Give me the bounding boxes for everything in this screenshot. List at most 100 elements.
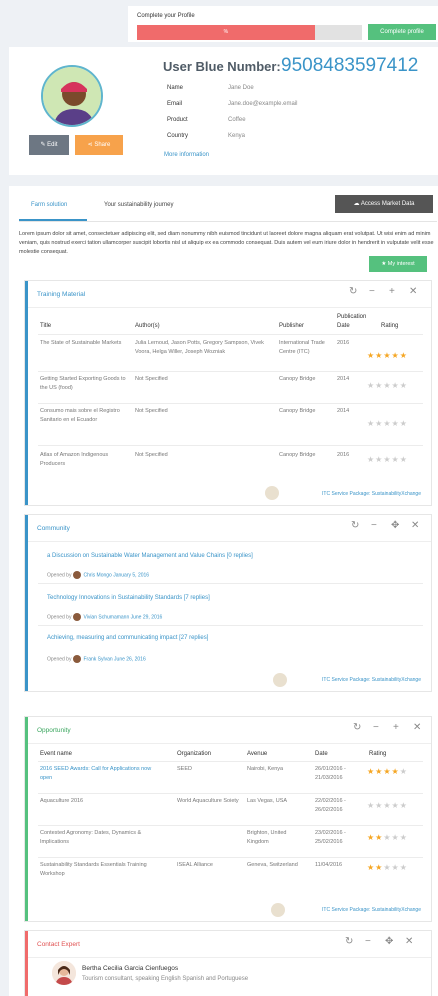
move-icon[interactable]: ✥	[385, 936, 393, 947]
discussion-link[interactable]: Achieving, measuring and communicating i…	[47, 635, 208, 641]
close-icon[interactable]: ✕	[409, 286, 417, 297]
widget-footer-link[interactable]: ITC Service Package: SustainabilityXchan…	[322, 677, 421, 683]
intro-text: Lorem ipsum dolor sit amet, consectetuer…	[19, 231, 434, 255]
complete-profile-button[interactable]: Complete profile	[368, 24, 436, 40]
refresh-icon[interactable]: ↻	[345, 936, 353, 947]
widget-stripe	[25, 717, 28, 921]
star-icon[interactable]: ★	[400, 863, 408, 872]
tab-farm-solution[interactable]: Farm solution	[31, 202, 67, 208]
ubn-label: User Blue Number:	[163, 59, 281, 74]
close-icon[interactable]: ✕	[405, 936, 413, 947]
col-date: Date	[315, 751, 328, 757]
rating-stars[interactable]: ★★★★★	[367, 863, 408, 872]
star-icon[interactable]: ★	[392, 767, 400, 776]
rating-stars[interactable]: ★★★★★	[367, 833, 408, 842]
cell-date: 26/01/2016 - 21/03/2016	[315, 766, 346, 781]
star-icon[interactable]: ★	[392, 419, 400, 428]
star-icon[interactable]: ★	[367, 351, 375, 360]
close-icon[interactable]: ✕	[413, 722, 421, 733]
expert-name[interactable]: Bertha Cecilia Garcia Cienfuegos	[82, 965, 178, 972]
star-icon[interactable]: ★	[367, 833, 375, 842]
refresh-icon[interactable]: ↻	[353, 722, 361, 733]
rating-stars[interactable]: ★★★★★	[367, 351, 408, 360]
star-icon[interactable]: ★	[383, 381, 391, 390]
profile-completion-bar: Complete your Profile % Complete profile	[128, 6, 438, 42]
event-link[interactable]: Sustainability Standards Essentials Trai…	[40, 861, 160, 878]
share-button[interactable]: ⋖ Share	[75, 135, 123, 155]
expand-icon[interactable]: +	[389, 286, 395, 297]
refresh-icon[interactable]: ↻	[351, 520, 359, 531]
col-authors: Author(s)	[135, 323, 160, 329]
rating-stars[interactable]: ★★★★★	[367, 419, 408, 428]
minimize-icon[interactable]: −	[369, 286, 375, 297]
rating-stars[interactable]: ★★★★★	[367, 801, 408, 810]
star-icon[interactable]: ★	[383, 863, 391, 872]
star-icon[interactable]: ★	[383, 351, 391, 360]
star-icon[interactable]: ★	[400, 455, 408, 464]
field-value-email: Jane.doe@example.email	[228, 101, 298, 107]
rating-stars[interactable]: ★★★★★	[367, 455, 408, 464]
discussion-link[interactable]: Technology Innovations in Sustainability…	[47, 595, 210, 601]
event-link[interactable]: 2016 SEED Awards: Call for Applications …	[40, 765, 160, 782]
my-interest-button[interactable]: ★ My interest	[369, 256, 427, 272]
star-icon[interactable]: ★	[392, 351, 400, 360]
widget-footer-link[interactable]: ITC Service Package: SustainabilityXchan…	[322, 907, 421, 913]
widget-title: Opportunity	[37, 727, 71, 734]
star-icon[interactable]: ★	[400, 833, 408, 842]
star-icon[interactable]: ★	[383, 833, 391, 842]
star-icon[interactable]: ★	[383, 801, 391, 810]
star-icon[interactable]: ★	[367, 863, 375, 872]
star-icon[interactable]: ★	[383, 767, 391, 776]
star-icon[interactable]: ★	[367, 801, 375, 810]
row-divider	[38, 825, 423, 826]
more-information-link[interactable]: More information	[164, 152, 209, 158]
star-icon[interactable]: ★	[392, 381, 400, 390]
expand-icon[interactable]: +	[393, 722, 399, 733]
widget-stripe	[25, 281, 28, 505]
field-label-name: Name	[167, 85, 184, 91]
event-link[interactable]: Aquaculture 2016	[40, 797, 160, 806]
star-icon[interactable]: ★	[400, 767, 408, 776]
rating-stars[interactable]: ★★★★★	[367, 381, 408, 390]
widget-footer-link[interactable]: ITC Service Package: SustainabilityXchan…	[322, 491, 421, 497]
access-market-data-button[interactable]: ☁ Access Market Data	[335, 195, 433, 213]
star-icon[interactable]: ★	[400, 801, 408, 810]
star-icon[interactable]: ★	[383, 455, 391, 464]
col-title: Title	[40, 323, 52, 329]
star-icon[interactable]: ★	[367, 419, 375, 428]
rating-stars[interactable]: ★★★★★	[367, 767, 408, 776]
star-icon[interactable]: ★	[383, 419, 391, 428]
close-icon[interactable]: ✕	[411, 520, 419, 531]
cell-title[interactable]: Consumo mais sobre el Registro Sanitario…	[40, 407, 128, 424]
star-icon[interactable]: ★	[392, 863, 400, 872]
profile-progress-track: %	[137, 25, 362, 40]
star-icon[interactable]: ★	[400, 351, 408, 360]
cell-title[interactable]: The State of Sustainable Markets	[40, 339, 128, 348]
star-icon[interactable]: ★	[367, 767, 375, 776]
minimize-icon[interactable]: −	[365, 936, 371, 947]
cell-title[interactable]: Getting Started Exporting Goods to the U…	[40, 375, 128, 392]
star-icon[interactable]: ★	[400, 419, 408, 428]
star-icon[interactable]: ★	[400, 381, 408, 390]
move-icon[interactable]: ✥	[391, 520, 399, 531]
discussion-meta: Opened by Frank Sylvan June 26, 2016	[47, 655, 146, 663]
minimize-icon[interactable]: −	[371, 520, 377, 531]
discussion-meta: Opened by Chris Mongo January 5, 2016	[47, 571, 150, 579]
cell-title[interactable]: Atlas of Amazon Indigenous Producers	[40, 451, 128, 468]
star-icon[interactable]: ★	[392, 833, 400, 842]
refresh-icon[interactable]: ↻	[349, 286, 357, 297]
minimize-icon[interactable]: −	[373, 722, 379, 733]
star-icon[interactable]: ★	[367, 381, 375, 390]
star-icon[interactable]: ★	[392, 801, 400, 810]
row-divider	[38, 403, 423, 404]
tab-sustainability-journey[interactable]: Your sustainability journey	[104, 202, 174, 208]
star-icon[interactable]: ★	[367, 455, 375, 464]
event-link[interactable]: Contested Agronomy: Dates, Dynamics & Im…	[40, 829, 160, 846]
discussion-link[interactable]: a Discussion on Sustainable Water Manage…	[47, 553, 253, 559]
cell-avenue: Las Vegas, USA	[247, 798, 288, 804]
author-avatar	[73, 571, 82, 579]
star-icon[interactable]: ★	[392, 455, 400, 464]
row-divider	[38, 445, 423, 446]
field-value-country: Kenya	[228, 133, 246, 139]
edit-button[interactable]: ✎ Edit	[29, 135, 69, 155]
